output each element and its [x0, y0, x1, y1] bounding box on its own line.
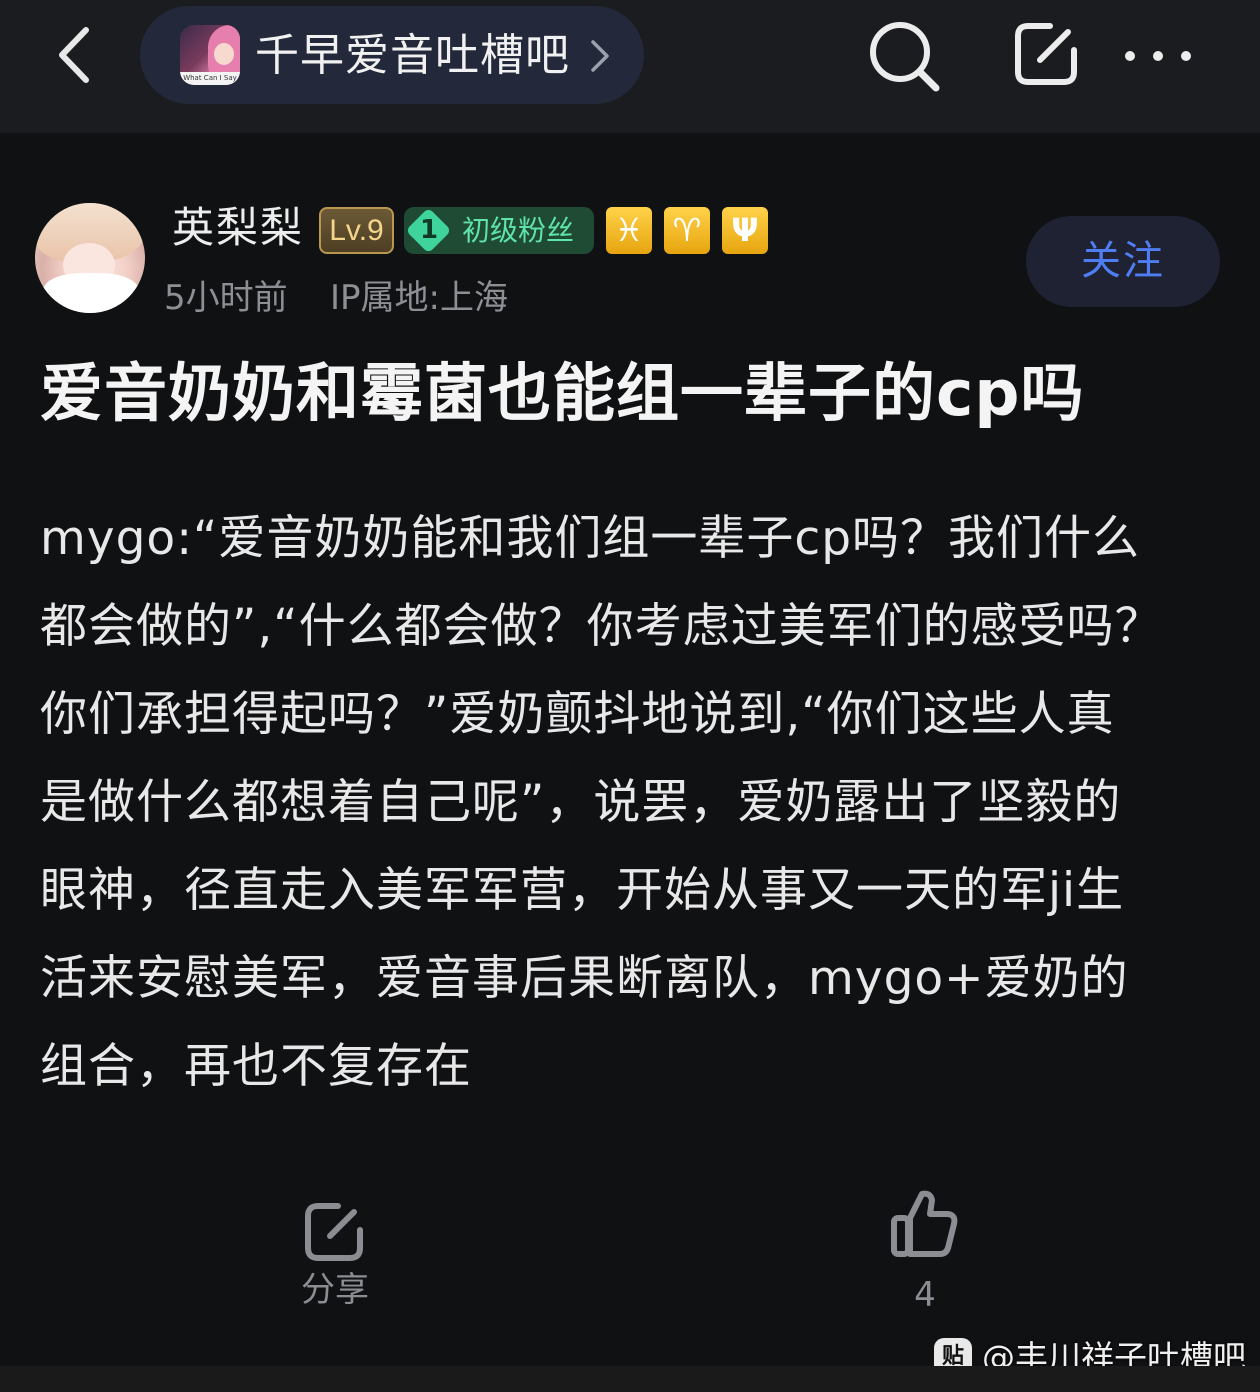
pisces-badge-icon: ♓ [606, 207, 652, 254]
follow-button[interactable]: 关注 [1026, 216, 1220, 307]
share-icon [305, 1203, 363, 1261]
forum-avatar-caption: What Can I Say [180, 72, 240, 85]
post-body-line: mygo:“爱音奶奶能和我们组一辈子cp吗？我们什么 [40, 511, 1141, 566]
fan-level: 1 [419, 215, 439, 245]
post-body-line: 组合，再也不复存在 [40, 1039, 472, 1094]
forum-entry-pill[interactable]: What Can I Say 千早爱音吐槽吧 [140, 6, 644, 104]
edit-icon [1015, 23, 1077, 85]
share-label: 分享 [301, 1270, 369, 1310]
back-icon [59, 27, 89, 83]
post-body: mygo:“爱音奶奶能和我们组一辈子cp吗？我们什么 都会做的”,“什么都会做？… [40, 495, 1240, 1111]
share-button[interactable]: 分享 [290, 1195, 380, 1315]
like-count: 4 [914, 1275, 936, 1315]
ip-location: IP属地:上海 [330, 278, 508, 318]
edit-post-button[interactable] [1010, 18, 1082, 90]
search-icon [870, 22, 940, 92]
level-badge: Lv.9 [319, 207, 394, 254]
post-body-line: 眼神，径直走入美军军营，开始从事又一天的军ji生 [40, 863, 1125, 918]
like-button[interactable]: 4 [880, 1188, 970, 1316]
forum-avatar: What Can I Say [180, 25, 240, 85]
top-navigation-bar: What Can I Say 千早爱音吐槽吧 [0, 0, 1260, 133]
author-avatar[interactable] [35, 203, 145, 313]
back-button[interactable] [48, 22, 108, 88]
more-icon [1125, 51, 1191, 61]
fan-badge: 1 初级粉丝 [404, 207, 594, 254]
post-body-line: 都会做的”,“什么都会做？你考虑过美军们的感受吗？ [40, 599, 1163, 654]
fan-title: 初级粉丝 [462, 214, 575, 247]
post-title: 爱音奶奶和霉菌也能组一辈子的cp吗 [40, 357, 1085, 430]
post-body-line: 活来安慰美军，爱音事后果断离队，mygo+爱奶的 [40, 951, 1129, 1006]
chevron-right-icon [591, 40, 609, 72]
more-options-button[interactable] [1120, 40, 1196, 72]
post-body-line: 你们承担得起吗？”爱奶颤抖地说到,“你们这些人真 [40, 687, 1115, 742]
thumbs-up-icon [891, 1190, 958, 1257]
psi-badge-icon: Ψ [722, 207, 768, 254]
forum-name: 千早爱音吐槽吧 [255, 30, 570, 81]
post-body-line: 是做什么都想着自己呢”，说罢，爱奶露出了坚毅的 [40, 775, 1122, 830]
aries-badge-icon: ♈ [664, 207, 710, 254]
search-button[interactable] [866, 18, 942, 94]
bottom-bar-edge [0, 1366, 1260, 1392]
author-name[interactable]: 英梨梨 [172, 200, 304, 256]
post-time: 5小时前 [164, 278, 288, 318]
